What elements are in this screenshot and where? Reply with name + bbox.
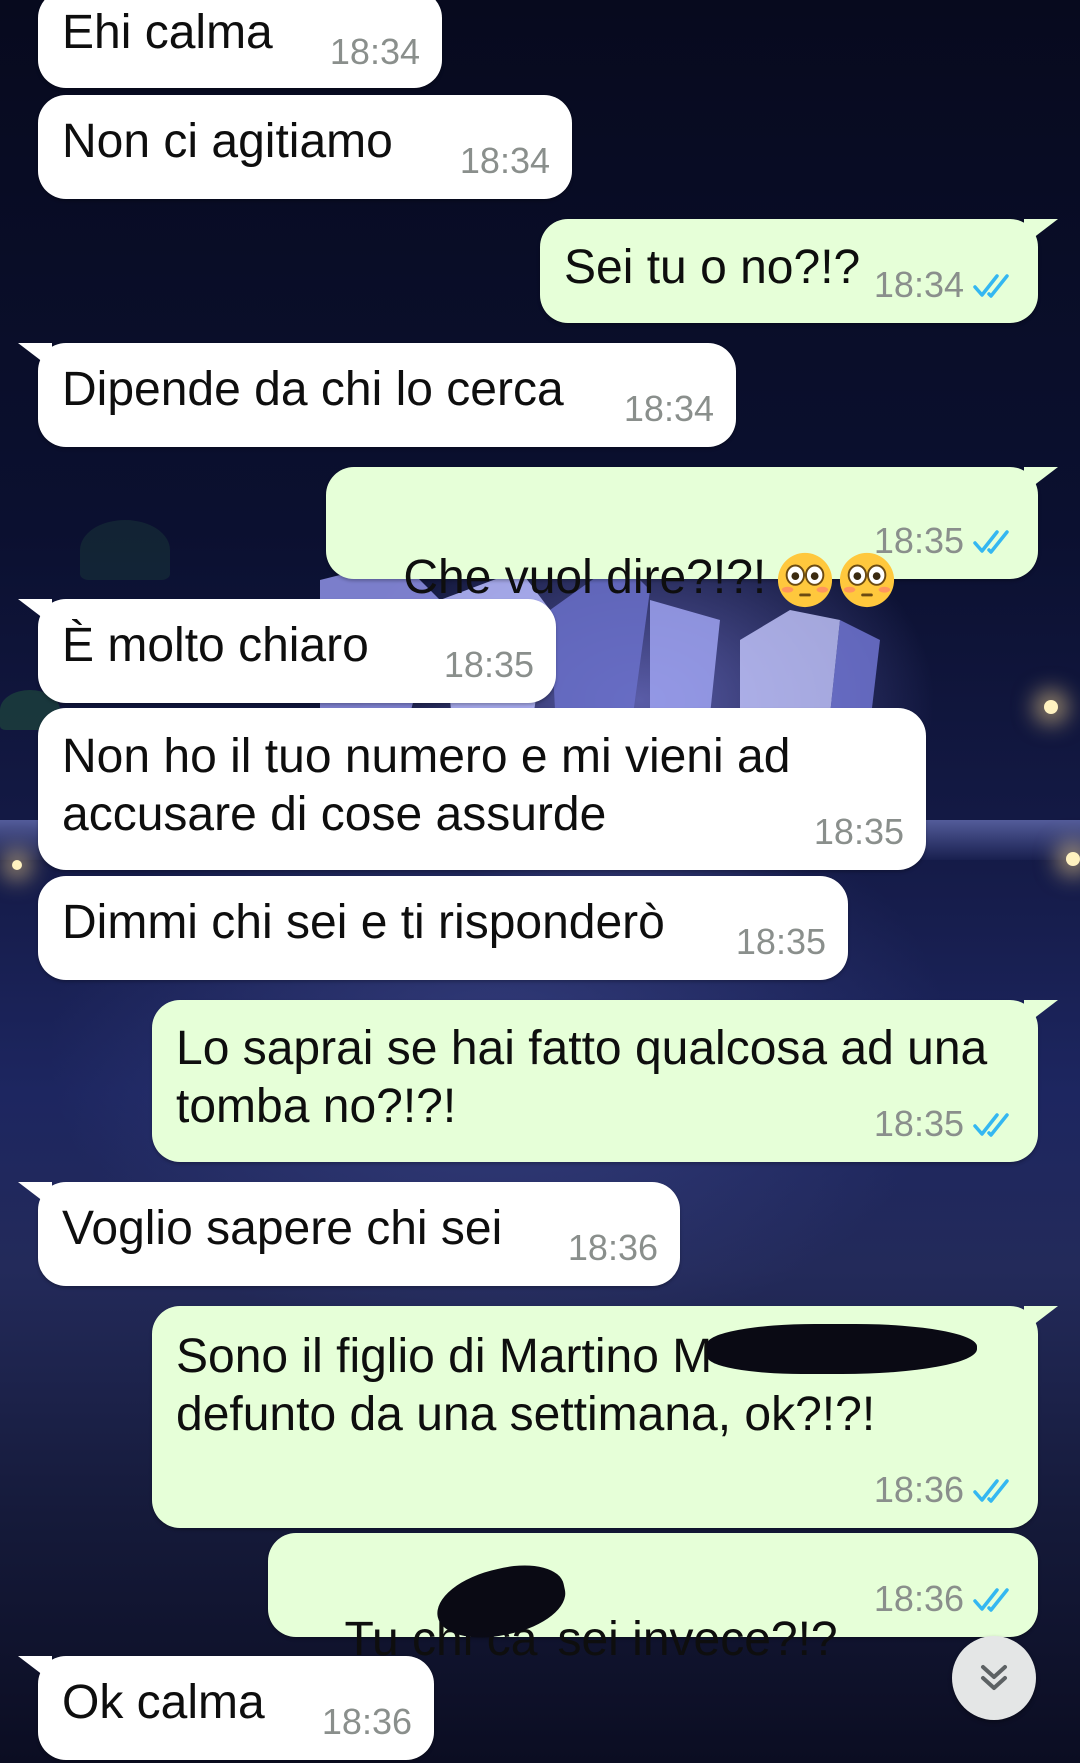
lamp-light bbox=[1044, 700, 1058, 714]
message-meta: 18:35 bbox=[874, 1104, 1016, 1144]
bubble-tail bbox=[1024, 467, 1058, 493]
message-meta: 18:34 bbox=[330, 32, 420, 72]
message-meta: 18:35 bbox=[874, 521, 1016, 561]
bubble-tail bbox=[18, 599, 52, 625]
message-incoming[interactable]: Dimmi chi sei e ti risponderò 18:35 bbox=[38, 876, 848, 980]
message-meta: 18:36 bbox=[874, 1470, 1016, 1510]
lamp-light bbox=[1066, 852, 1080, 866]
double-check-icon bbox=[973, 1479, 1009, 1503]
message-text: Dipende da chi lo cerca bbox=[62, 363, 564, 416]
message-text-line: tomba no?!?! bbox=[176, 1080, 457, 1133]
message-meta: 18:35 bbox=[444, 645, 534, 685]
message-outgoing[interactable]: Sono il figlio di Martino M defunto da u… bbox=[152, 1306, 1058, 1528]
message-incoming[interactable]: Ok calma 18:36 bbox=[18, 1656, 434, 1760]
message-text-line: defunto da una settimana, ok?!?! bbox=[176, 1388, 876, 1441]
message-outgoing[interactable]: Lo saprai se hai fatto qualcosa ad una t… bbox=[152, 1000, 1058, 1162]
message-meta: 18:34 bbox=[460, 141, 550, 181]
bubble-tail bbox=[1024, 1306, 1058, 1332]
message-meta: 18:36 bbox=[568, 1228, 658, 1268]
message-meta: 18:34 bbox=[624, 389, 714, 429]
message-incoming[interactable]: È molto chiaro 18:35 bbox=[18, 599, 556, 703]
redaction-mark bbox=[707, 1324, 977, 1374]
message-time: 18:35 bbox=[873, 520, 964, 561]
message-meta: 18:35 bbox=[736, 922, 826, 962]
double-check-icon bbox=[973, 1113, 1009, 1137]
message-incoming[interactable]: Ehi calma 18:34 bbox=[38, 0, 442, 88]
message-incoming[interactable]: Voglio sapere chi sei 18:36 bbox=[18, 1182, 680, 1286]
double-chevron-down-icon bbox=[981, 1665, 1007, 1690]
flushed-face-icon bbox=[778, 553, 833, 608]
message-meta: 18:35 bbox=[814, 812, 904, 852]
bubble-tail bbox=[18, 343, 52, 369]
message-time: 18:36 bbox=[873, 1578, 964, 1619]
message-time: 18:36 bbox=[321, 1701, 412, 1742]
message-text: Voglio sapere chi sei bbox=[62, 1202, 503, 1255]
message-text: Dimmi chi sei e ti risponderò bbox=[62, 896, 665, 949]
scroll-to-bottom-button[interactable] bbox=[952, 1636, 1036, 1720]
bubble-tail bbox=[1024, 219, 1058, 245]
message-text-line: Sono il figlio di Martino M bbox=[176, 1330, 713, 1383]
message-time: 18:34 bbox=[459, 140, 550, 181]
message-meta: 18:36 bbox=[874, 1579, 1016, 1619]
message-time: 18:34 bbox=[623, 388, 714, 429]
message-time: 18:35 bbox=[873, 1103, 964, 1144]
lamp-light bbox=[12, 860, 22, 870]
message-time: 18:36 bbox=[567, 1227, 658, 1268]
message-text-line: Non ho il tuo numero e mi vieni ad bbox=[62, 730, 791, 783]
message-text: Non ci agitiamo bbox=[62, 115, 393, 168]
message-incoming[interactable]: Dipende da chi lo cerca 18:34 bbox=[18, 343, 736, 447]
message-text: Ehi calma bbox=[62, 6, 273, 59]
message-text: È molto chiaro bbox=[62, 619, 369, 672]
message-time: 18:35 bbox=[735, 921, 826, 962]
message-meta: 18:36 bbox=[322, 1702, 412, 1742]
message-time: 18:34 bbox=[873, 264, 964, 305]
message-text-line: accusare di cose assurde bbox=[62, 788, 607, 841]
palm-silhouette bbox=[80, 520, 170, 580]
message-text: Ok calma bbox=[62, 1676, 265, 1729]
message-text-part: sei invece?!? bbox=[557, 1613, 838, 1666]
bubble-tail bbox=[18, 1182, 52, 1208]
double-check-icon bbox=[973, 1588, 1009, 1612]
message-incoming[interactable]: Non ci agitiamo 18:34 bbox=[38, 95, 572, 199]
message-outgoing[interactable]: Tu chi ca sei invece?!? 18:36 bbox=[268, 1533, 1038, 1666]
message-text: Sei tu o no?!? bbox=[564, 241, 861, 294]
message-text-line: Lo saprai se hai fatto qualcosa ad una bbox=[176, 1022, 988, 1075]
double-check-icon bbox=[973, 530, 1009, 554]
message-time: 18:35 bbox=[813, 811, 904, 852]
message-time: 18:35 bbox=[443, 644, 534, 685]
message-time: 18:34 bbox=[329, 31, 420, 72]
message-meta: 18:34 bbox=[874, 265, 1016, 305]
bubble-tail bbox=[18, 1656, 52, 1682]
message-outgoing[interactable]: Sei tu o no?!? 18:34 bbox=[540, 219, 1058, 323]
double-check-icon bbox=[973, 274, 1009, 298]
message-time: 18:36 bbox=[873, 1469, 964, 1510]
message-text-content: Che vuol dire?!?! bbox=[403, 551, 767, 604]
bubble-tail bbox=[1024, 1000, 1058, 1026]
message-incoming[interactable]: Non ho il tuo numero e mi vieni ad accus… bbox=[38, 708, 926, 870]
message-outgoing[interactable]: Che vuol dire?!?! 18:35 bbox=[326, 467, 1058, 608]
